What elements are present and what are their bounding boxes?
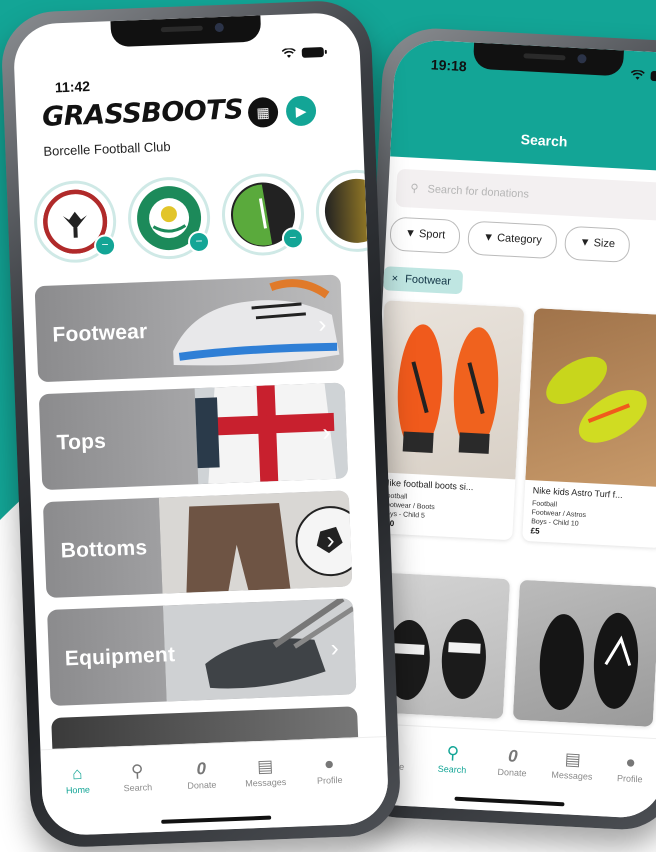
listing-card[interactable] — [512, 579, 656, 727]
listing-card[interactable]: Nike football boots si... Football Footw… — [372, 300, 525, 541]
qr-code-button[interactable]: ▦ — [247, 96, 279, 128]
bottoms-image — [158, 490, 353, 594]
filter-icon: ▼ — [482, 231, 495, 244]
bell-icon: ▶ — [295, 102, 307, 119]
tab-profile[interactable]: ● Profile — [600, 750, 656, 785]
category-card-footwear[interactable]: Footwear › — [34, 274, 345, 383]
chevron-right-icon: › — [326, 526, 336, 555]
battery-icon — [301, 47, 325, 58]
filter-category-button[interactable]: ▼ Category — [467, 220, 558, 260]
footwear-image — [173, 279, 340, 366]
category-card-equipment[interactable]: Equipment › — [47, 598, 357, 706]
search-input[interactable]: ⚲ Search for donations — [395, 168, 656, 222]
brand-logo: GRASSBOOTS — [41, 94, 244, 133]
category-label: Equipment — [64, 643, 176, 671]
category-label: Bottoms — [60, 536, 148, 563]
club-badge[interactable]: − — [220, 171, 306, 258]
messages-icon: ▤ — [256, 756, 274, 777]
tab-donate[interactable]: 0 Donate — [482, 744, 544, 779]
donate-icon: 0 — [196, 759, 207, 779]
club-selector: − − − — [32, 168, 390, 265]
listing-card[interactable]: Nike kids Astro Turf f... Football Footw… — [522, 308, 656, 549]
chevron-right-icon: › — [317, 311, 327, 339]
listing-photo — [512, 579, 656, 727]
home-indicator — [161, 815, 272, 824]
profile-icon: ● — [625, 752, 637, 773]
battery-icon — [650, 70, 656, 83]
tab-bar: ⌂Home ⚲Search 0Donate ▤Messages ●Profile — [40, 736, 390, 837]
tab-donate[interactable]: 0 Donate — [171, 757, 232, 791]
search-icon: ⚲ — [130, 761, 144, 781]
home-indicator — [454, 796, 565, 807]
home-icon: ⌂ — [71, 763, 83, 784]
status-time: 11:42 — [54, 78, 91, 96]
wifi-icon — [281, 48, 296, 59]
chevron-right-icon: › — [321, 419, 331, 447]
category-card-bottoms[interactable]: Bottoms › — [42, 490, 353, 599]
category-card-tops[interactable]: Tops › — [38, 382, 349, 491]
remove-club-button[interactable]: − — [281, 226, 305, 250]
filter-size-button[interactable]: ▼ Size — [563, 225, 631, 264]
equipment-image — [162, 598, 357, 702]
tab-bar: ⌂Home ⚲Search 0Donate ▤Messages ●Profile — [356, 722, 656, 820]
tab-search[interactable]: ⚲ Search — [422, 741, 484, 776]
club-name: Borcelle Football Club — [43, 138, 171, 159]
filter-icon: ▼ — [579, 236, 591, 249]
home-phone: 11:42 GRASSBOOTS Borcelle Football Club … — [0, 0, 402, 849]
status-time: 19:18 — [430, 56, 468, 75]
filter-sport-button[interactable]: ▼ Sport — [389, 216, 462, 255]
active-filter-chip[interactable]: × Footwear — [383, 266, 464, 295]
tab-home[interactable]: ⌂Home — [47, 762, 108, 796]
messages-icon: ▤ — [564, 749, 582, 770]
wifi-icon — [630, 69, 645, 81]
category-list: Footwear › Tops › Bottoms › Equipment › — [34, 274, 359, 770]
tab-profile[interactable]: ● Profile — [299, 752, 360, 786]
tops-image — [194, 382, 349, 485]
chevron-right-icon: › — [330, 634, 340, 663]
tab-search[interactable]: ⚲ Search — [107, 760, 168, 794]
category-label: Tops — [56, 429, 107, 455]
tab-messages[interactable]: ▤ Messages — [542, 747, 604, 782]
search-icon: ⚲ — [446, 743, 460, 763]
listing-grid: Nike football boots si... Football Footw… — [362, 300, 656, 727]
listing-photo — [525, 308, 656, 488]
tab-messages[interactable]: ▤ Messages — [235, 755, 296, 789]
remove-club-button[interactable]: − — [93, 234, 117, 257]
home-screen: 11:42 GRASSBOOTS Borcelle Football Club … — [12, 11, 390, 837]
profile-icon: ● — [323, 754, 335, 774]
club-badge[interactable]: − — [32, 179, 118, 265]
qr-code-icon: ▦ — [256, 103, 270, 121]
search-placeholder: Search for donations — [427, 183, 530, 201]
close-icon[interactable]: × — [391, 273, 398, 285]
donate-icon: 0 — [507, 746, 519, 766]
filter-bar: ▼ Sport ▼ Category ▼ Size — [389, 216, 631, 264]
category-label: Footwear — [52, 319, 148, 347]
club-badge[interactable]: − — [126, 175, 212, 261]
search-screen: 19:18 Search ⚲ Search for donations ▼ Sp… — [356, 38, 656, 820]
filter-icon: ▼ — [404, 227, 417, 240]
notifications-button[interactable]: ▶ — [285, 95, 317, 127]
search-icon: ⚲ — [410, 182, 419, 195]
listing-photo — [375, 300, 525, 480]
remove-club-button[interactable]: − — [187, 230, 211, 254]
